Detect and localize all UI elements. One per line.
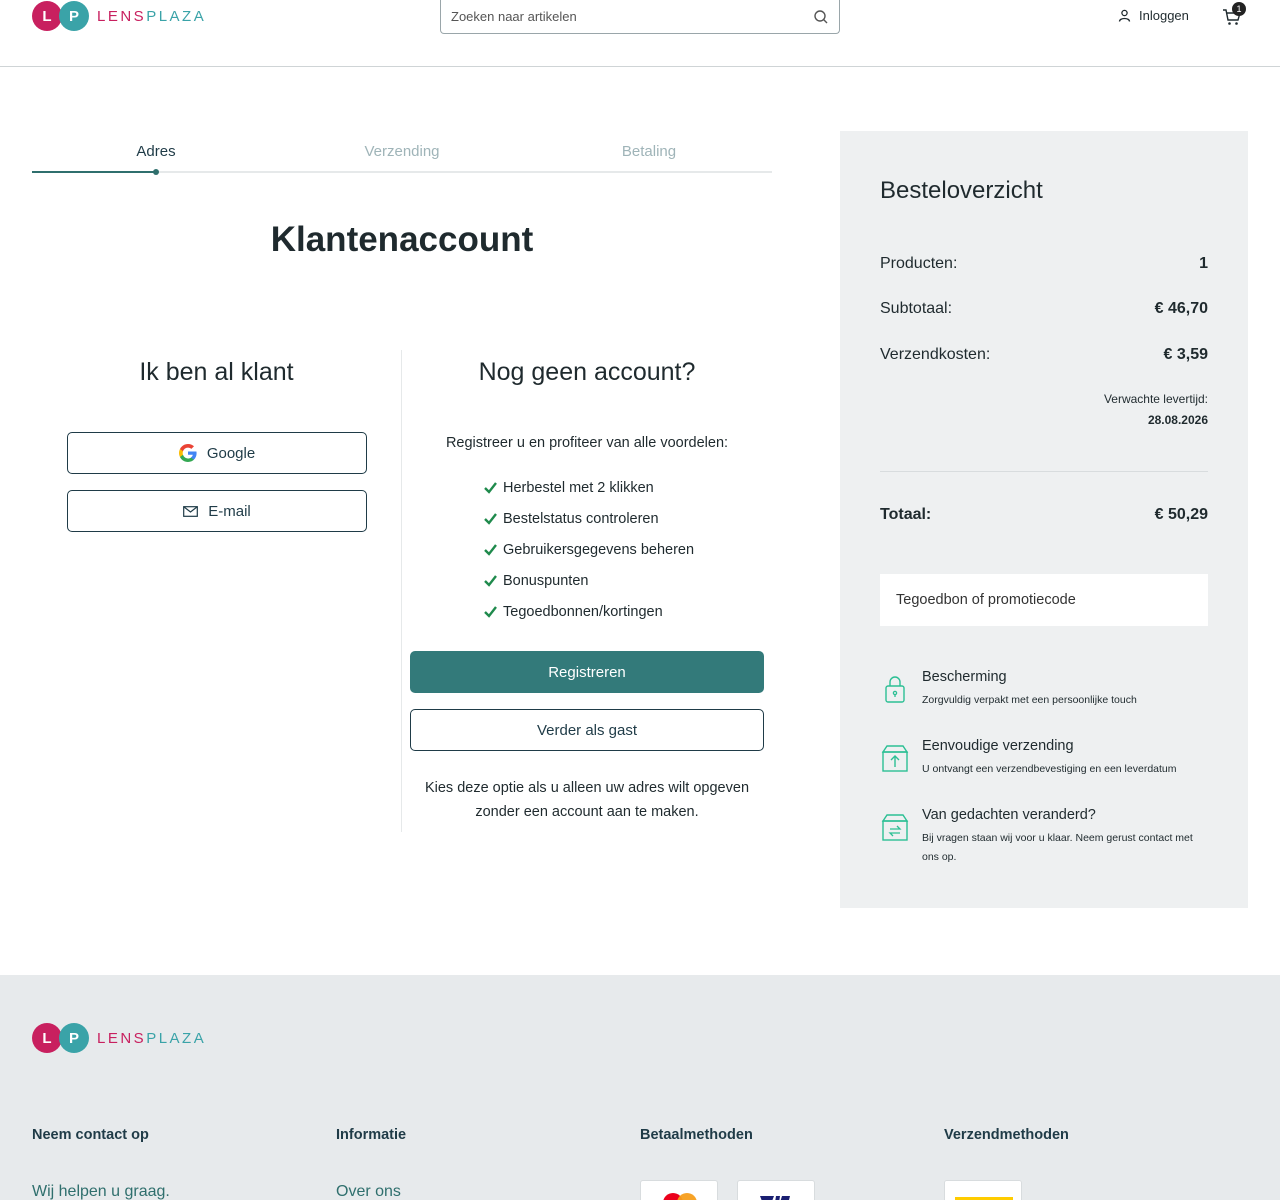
summary-value: € 46,70	[1154, 300, 1208, 317]
coupon-input[interactable]	[896, 592, 1208, 608]
logo-word-lens: LENS	[97, 1029, 147, 1047]
list-item: Tegoedbonnen/kortingen	[484, 596, 694, 627]
steps-progress	[32, 171, 156, 173]
google-login-label: Google	[206, 444, 256, 462]
login-label: Inloggen	[1139, 8, 1189, 23]
feature-returns: Van gedachten veranderd? Bij vragen staan…	[880, 807, 1208, 867]
delivery-label: Verwachte levertijd:	[1103, 392, 1208, 406]
list-item: Bestelstatus controleren	[484, 503, 694, 534]
footer-shipping-title: Verzendmethoden	[944, 1127, 1069, 1143]
login-link[interactable]: Inloggen	[1118, 8, 1189, 23]
check-icon	[484, 513, 497, 525]
check-icon	[484, 482, 497, 494]
site-header: L P LENSPLAZA Inloggen 1	[0, 0, 1280, 67]
existing-customer-title: Ik ben al klant	[139, 358, 294, 386]
feature-title: Eenvoudige verzending	[922, 738, 1074, 754]
benefit-text: Bonuspunten	[503, 572, 589, 589]
user-icon	[1118, 9, 1131, 22]
footer-payment-title: Betaalmethoden	[640, 1127, 753, 1143]
summary-products-row: Producten: 1	[880, 255, 1208, 273]
guest-checkout-button[interactable]: Verder als gast	[410, 709, 764, 751]
summary-shipping-row: Verzendkosten: € 3,59	[880, 346, 1208, 364]
benefit-text: Tegoedbonnen/kortingen	[503, 603, 663, 620]
logo-circle-p: P	[59, 1, 89, 31]
feature-title: Bescherming	[922, 669, 1007, 685]
step-shipping[interactable]: Verzending	[364, 143, 439, 160]
summary-label: Verzendkosten:	[880, 346, 991, 363]
steps-progress-dot	[153, 169, 159, 175]
summary-label: Subtotaal:	[880, 300, 953, 317]
footer-contact-title: Neem contact op	[32, 1127, 149, 1143]
guest-note: Kies deze optie als u alleen uw adres wi…	[424, 780, 750, 820]
register-title: Nog geen account?	[478, 358, 696, 386]
site-footer: L P LENSPLAZA Neem contact op Informatie…	[0, 975, 1280, 1200]
footer-about-link[interactable]: Over ons	[336, 1183, 401, 1200]
box-upload-icon	[881, 745, 909, 772]
register-button[interactable]: Registreren	[410, 651, 764, 693]
summary-label: Producten:	[880, 255, 958, 272]
feature-desc: U ontvangt een verzendbevestiging en een…	[922, 763, 1177, 775]
box-return-icon	[881, 814, 909, 841]
cart-count-badge: 1	[1232, 2, 1246, 16]
email-login-button[interactable]: E-mail	[67, 490, 367, 532]
coupon-field	[880, 574, 1208, 626]
check-icon	[484, 606, 497, 618]
email-login-label: E-mail	[208, 502, 251, 520]
benefits-list: Herbestel met 2 klikken Bestelstatus con…	[484, 472, 694, 627]
search-bar	[440, 0, 840, 34]
summary-label: Totaal:	[880, 506, 932, 523]
search-icon[interactable]	[813, 9, 829, 25]
feature-protection: Bescherming Zorgvuldig verpakt met een pe…	[880, 669, 1208, 710]
mastercard-logo	[640, 1180, 718, 1200]
footer-info-title: Informatie	[336, 1127, 407, 1143]
list-item: Gebruikersgegevens beheren	[484, 534, 694, 565]
benefit-text: Bestelstatus controleren	[503, 510, 659, 527]
feature-desc: Zorgvuldig verpakt met een persoonlijke …	[922, 694, 1137, 706]
site-logo[interactable]: L P LENSPLAZA	[32, 0, 206, 32]
feature-title: Van gedachten veranderd?	[922, 807, 1096, 823]
delivery-date: 28.08.2026	[1147, 413, 1208, 427]
summary-value: 1	[1199, 255, 1208, 272]
page-title: Klantenaccount	[270, 220, 534, 259]
logo-circle-l: L	[32, 1, 62, 31]
order-summary: Besteloverzicht Producten: 1 Subtotaal: € …	[840, 131, 1248, 908]
summary-subtotal-row: Subtotaal: € 46,70	[880, 300, 1208, 318]
check-icon	[484, 544, 497, 556]
feature-desc: Bij vragen staan wij voor u klaar. Neem …	[922, 832, 1193, 863]
lock-icon	[885, 676, 905, 703]
visa-logo	[737, 1180, 815, 1200]
summary-divider	[880, 471, 1208, 472]
checkout-steps: Adres Verzending Betaling	[32, 140, 772, 175]
logo-circle-p: P	[59, 1023, 89, 1053]
footer-contact-text[interactable]: Wij helpen u graag.	[32, 1183, 170, 1200]
footer-logo[interactable]: L P LENSPLAZA	[32, 1022, 206, 1054]
benefit-text: Herbestel met 2 klikken	[503, 479, 654, 496]
google-icon	[178, 444, 197, 462]
benefit-text: Gebruikersgegevens beheren	[503, 541, 695, 558]
delivery-estimate: Verwachte levertijd: 28.08.2026	[880, 389, 1208, 431]
step-address[interactable]: Adres	[136, 143, 175, 160]
feature-shipping: Eenvoudige verzending U ontvangt een verz…	[880, 738, 1208, 779]
existing-customer-section: Ik ben al klant Google E-mail	[32, 350, 402, 832]
logo-word-plaza: PLAZA	[146, 1029, 207, 1047]
logo-circle-l: L	[32, 1023, 62, 1053]
dhl-logo	[944, 1180, 1022, 1200]
list-item: Herbestel met 2 klikken	[484, 472, 694, 503]
search-input[interactable]	[451, 9, 813, 24]
list-item: Bonuspunten	[484, 565, 694, 596]
summary-total-row: Totaal: € 50,29	[880, 506, 1208, 524]
step-payment[interactable]: Betaling	[622, 143, 676, 160]
summary-value: € 50,29	[1154, 506, 1208, 523]
summary-title: Besteloverzicht	[880, 177, 1043, 204]
logo-word-lens: LENS	[97, 7, 147, 25]
register-intro: Registreer u en profiteer van alle voord…	[445, 435, 729, 451]
mail-icon	[183, 505, 199, 517]
check-icon	[484, 575, 497, 587]
google-login-button[interactable]: Google	[67, 432, 367, 474]
register-section: Nog geen account? Registreer u en profit…	[402, 350, 772, 832]
logo-word-plaza: PLAZA	[146, 7, 207, 25]
summary-value: € 3,59	[1163, 346, 1208, 363]
